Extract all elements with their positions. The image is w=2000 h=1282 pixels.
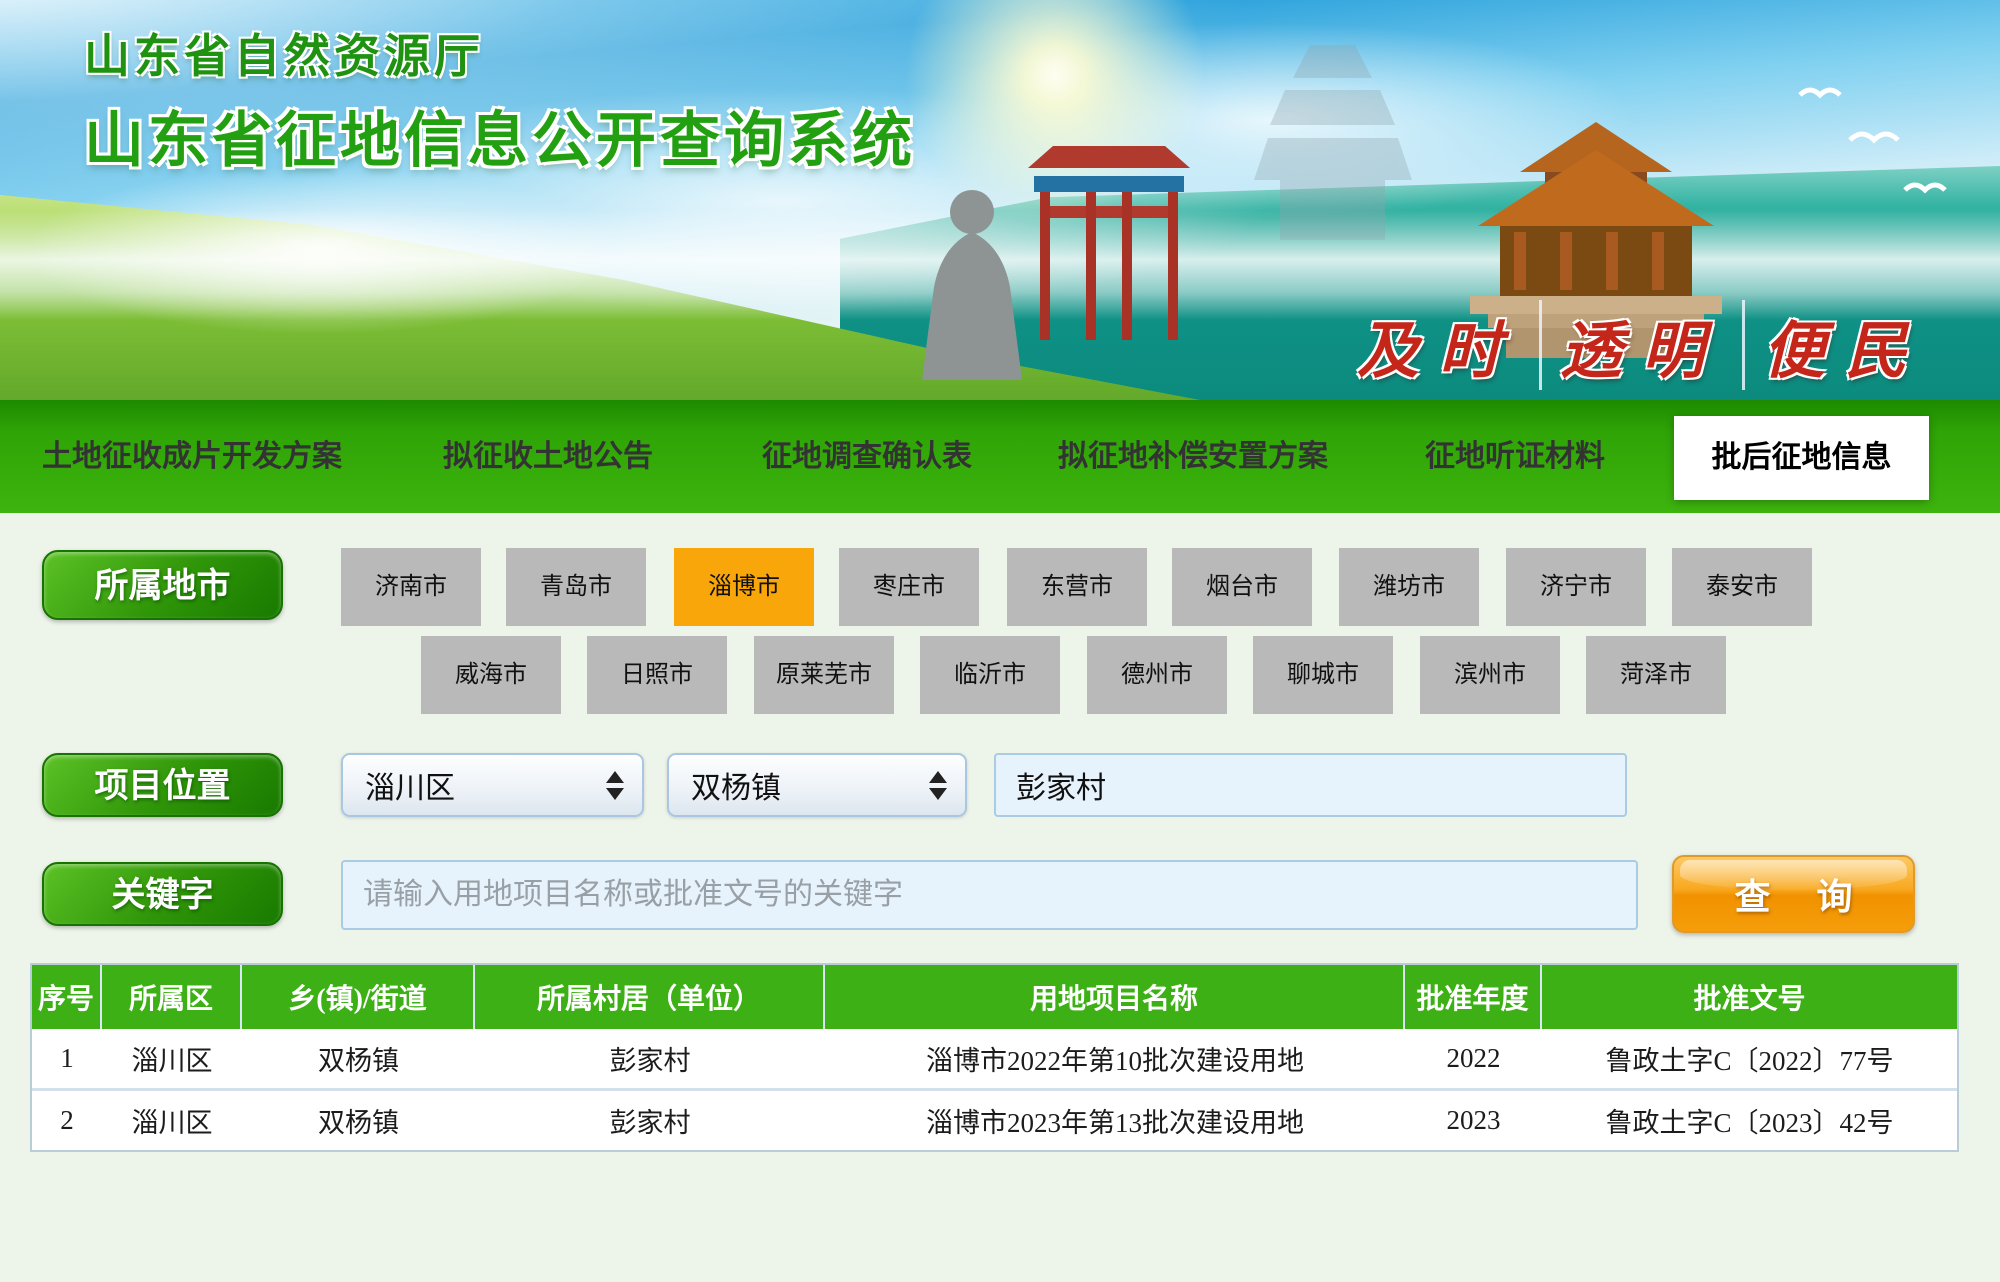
keyword-filter-label: 关键字 (42, 862, 283, 926)
banner: 山东省自然资源厅 山东省征地信息公开查询系统 及时 透明 便民 (0, 0, 2000, 400)
header-project: 用地项目名称 (825, 965, 1405, 1029)
cell-village: 彭家村 (475, 1091, 825, 1150)
city-button-weihai[interactable]: 威海市 (421, 636, 561, 714)
city-button-weifang[interactable]: 潍坊市 (1339, 548, 1479, 626)
city-button-heze[interactable]: 菏泽市 (1586, 636, 1726, 714)
table-row[interactable]: 1 淄川区 双杨镇 彭家村 淄博市2022年第10批次建设用地 2022 鲁政土… (32, 1029, 1957, 1088)
select-spinner-icon (606, 771, 624, 800)
statue-icon (922, 190, 1022, 380)
cell-project: 淄博市2023年第13批次建设用地 (825, 1091, 1405, 1150)
city-button-binzhou[interactable]: 滨州市 (1420, 636, 1560, 714)
cell-year: 2022 (1405, 1029, 1542, 1088)
slogan: 及时 透明 便民 (1339, 300, 1945, 390)
city-button-zibo-selected[interactable]: 淄博市 (674, 548, 814, 626)
city-button-zaozhuang[interactable]: 枣庄市 (839, 548, 979, 626)
header-district: 所属区 (102, 965, 242, 1029)
city-button-linyi[interactable]: 临沂市 (920, 636, 1060, 714)
district-select[interactable]: 淄川区 (341, 753, 644, 817)
cell-district: 淄川区 (102, 1029, 242, 1088)
city-button-rizhao[interactable]: 日照市 (587, 636, 727, 714)
header-town: 乡(镇)/街道 (242, 965, 475, 1029)
page: 山东省自然资源厅 山东省征地信息公开查询系统 及时 透明 便民 土地征收成片开发… (0, 0, 2000, 1282)
keyword-input[interactable] (341, 860, 1638, 930)
location-filter-label: 项目位置 (42, 753, 283, 817)
header-year: 批准年度 (1405, 965, 1542, 1029)
table-row[interactable]: 2 淄川区 双杨镇 彭家村 淄博市2023年第13批次建设用地 2023 鲁政土… (32, 1088, 1957, 1150)
town-select-value: 双杨镇 (691, 763, 781, 807)
seagulls-icon (1800, 90, 1945, 190)
cell-district: 淄川区 (102, 1091, 242, 1150)
results-table: 序号 所属区 乡(镇)/街道 所属村居（单位） 用地项目名称 批准年度 批准文号… (30, 963, 1959, 1152)
nav-item-survey-confirmation[interactable]: 征地调查确认表 (762, 400, 972, 513)
nav-item-post-approval-info[interactable]: 批后征地信息 (1674, 416, 1929, 500)
town-select[interactable]: 双杨镇 (667, 753, 967, 817)
city-button-taian[interactable]: 泰安市 (1672, 548, 1812, 626)
village-input[interactable] (994, 753, 1627, 817)
table-header-row: 序号 所属区 乡(镇)/街道 所属村居（单位） 用地项目名称 批准年度 批准文号 (32, 965, 1957, 1029)
cell-doc-number: 鲁政土字C〔2023〕42号 (1542, 1091, 1957, 1150)
city-button-qingdao[interactable]: 青岛市 (506, 548, 646, 626)
header-seq: 序号 (32, 965, 102, 1029)
header-village: 所属村居（单位） (475, 965, 825, 1029)
city-filter-label: 所属地市 (42, 550, 283, 620)
slogan-word-timely: 及时 (1339, 300, 1539, 390)
cell-seq: 2 (32, 1091, 102, 1150)
slogan-word-transparent: 透明 (1539, 300, 1742, 390)
cell-doc-number: 鲁政土字C〔2022〕77号 (1542, 1029, 1957, 1088)
select-spinner-icon (929, 771, 947, 800)
cell-year: 2023 (1405, 1091, 1542, 1150)
city-button-yantai[interactable]: 烟台市 (1172, 548, 1312, 626)
main-nav: 土地征收成片开发方案 拟征收土地公告 征地调查确认表 拟征地补偿安置方案 征地听… (0, 400, 2000, 513)
cell-village: 彭家村 (475, 1029, 825, 1088)
search-button[interactable]: 查 询 (1672, 855, 1915, 933)
query-section: 所属地市 济南市 青岛市 淄博市 枣庄市 东营市 烟台市 潍坊市 济宁市 泰安市… (0, 513, 2000, 1282)
city-button-laiwu[interactable]: 原莱芜市 (754, 636, 894, 714)
cell-town: 双杨镇 (242, 1029, 475, 1088)
memorial-gate-icon (1028, 146, 1190, 340)
nav-item-proposed-land-notice[interactable]: 拟征收土地公告 (443, 400, 653, 513)
cell-project: 淄博市2022年第10批次建设用地 (825, 1029, 1405, 1088)
nav-item-compensation-plan[interactable]: 拟征地补偿安置方案 (1058, 400, 1328, 513)
city-button-dongying[interactable]: 东营市 (1007, 548, 1147, 626)
pagoda-sketch-icon (1254, 45, 1412, 240)
city-button-liaocheng[interactable]: 聊城市 (1253, 636, 1393, 714)
table-body: 1 淄川区 双杨镇 彭家村 淄博市2022年第10批次建设用地 2022 鲁政土… (32, 1029, 1957, 1150)
district-select-value: 淄川区 (365, 763, 455, 807)
nav-item-hearing-materials[interactable]: 征地听证材料 (1425, 400, 1605, 513)
city-button-jinan[interactable]: 济南市 (341, 548, 481, 626)
cell-town: 双杨镇 (242, 1091, 475, 1150)
org-title: 山东省自然资源厅 (84, 20, 484, 86)
slogan-word-convenient: 便民 (1742, 300, 1945, 390)
header-doc-number: 批准文号 (1542, 965, 1957, 1029)
city-button-dezhou[interactable]: 德州市 (1087, 636, 1227, 714)
city-button-jining[interactable]: 济宁市 (1506, 548, 1646, 626)
cell-seq: 1 (32, 1029, 102, 1088)
system-title: 山东省征地信息公开查询系统 (84, 92, 916, 179)
nav-item-land-acquisition-plan[interactable]: 土地征收成片开发方案 (42, 400, 342, 513)
